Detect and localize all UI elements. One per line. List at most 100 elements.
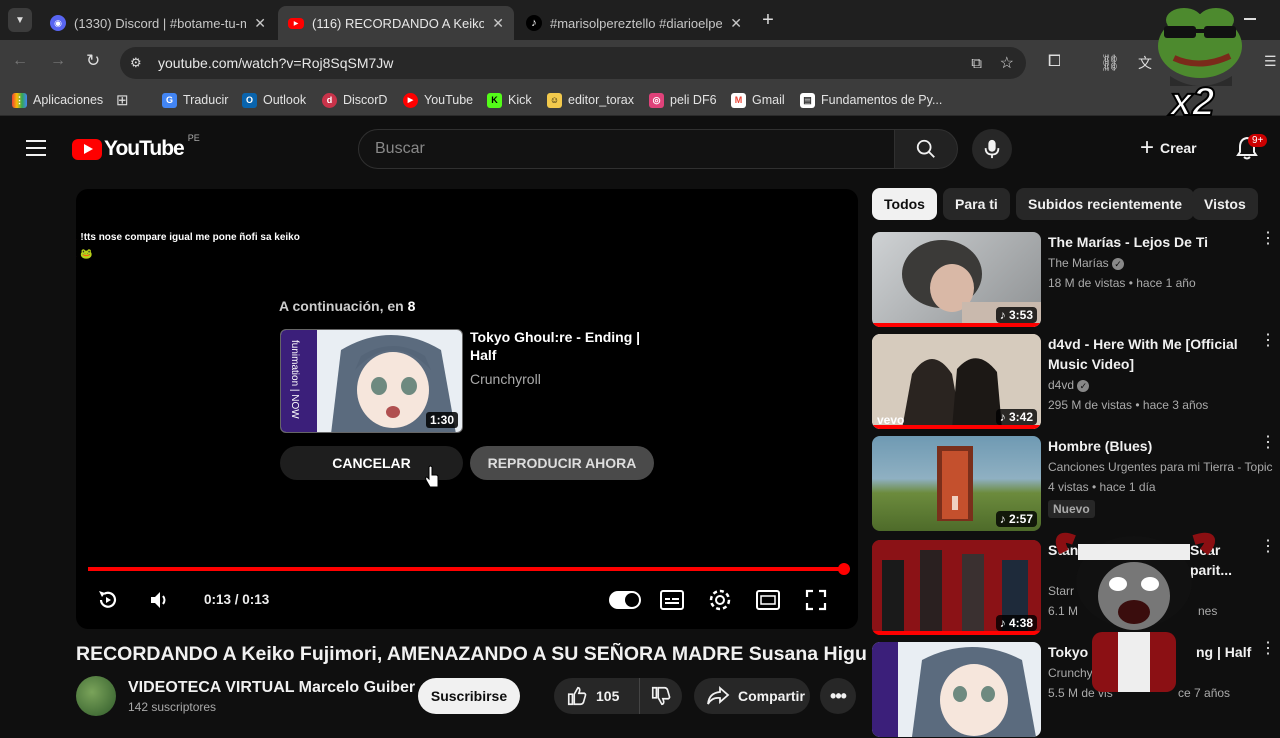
video-thumbnail[interactable] — [872, 642, 1041, 737]
more-vertical-icon[interactable]: ⋮ — [1260, 236, 1276, 242]
voice-search-button[interactable] — [972, 129, 1012, 169]
chat-message: lanNyxx🐸 — [76, 246, 300, 263]
channel-name: d4vd ✓ — [1048, 378, 1089, 392]
guide-menu-icon[interactable] — [26, 140, 46, 156]
hand-cursor-icon — [424, 465, 440, 489]
bookmark-gmail[interactable]: MGmail — [731, 92, 785, 108]
theater-mode-icon[interactable] — [756, 589, 780, 611]
more-vertical-icon[interactable]: ⋮ — [1260, 338, 1276, 344]
autoplay-toggle[interactable] — [609, 591, 641, 609]
chip-todos[interactable]: Todos — [872, 188, 937, 220]
youtube-icon: ▶ — [403, 93, 418, 108]
search-button[interactable] — [894, 129, 958, 169]
up-next-channel: Crunchyroll — [470, 371, 541, 387]
video-title[interactable]: Hombre (Blues) — [1048, 436, 1264, 456]
video-thumbnail[interactable]: vevo ♪ 3:42 — [872, 334, 1041, 429]
watched-progress — [872, 631, 1041, 635]
bookmark-editor-torax[interactable]: ☺editor_torax — [547, 92, 634, 108]
up-next-title[interactable]: Tokyo Ghoul:re - Ending | Half — [470, 328, 650, 364]
extensions-icon[interactable]: ⧠ — [1048, 53, 1061, 71]
anime-girl-thumbnail-icon — [902, 642, 1041, 737]
close-tab-icon[interactable]: ✕ — [254, 15, 266, 32]
bookmark-outlook[interactable]: OOutlook — [242, 92, 306, 108]
browser-tab[interactable]: ◉ (1330) Discord | #botame-tu-m ✕ — [40, 6, 276, 40]
watched-progress — [872, 425, 1041, 429]
bookmark-fundamentos[interactable]: ▤Fundamentos de Py... — [800, 92, 942, 108]
video-thumbnail[interactable]: ♪ 2:57 — [872, 436, 1041, 531]
bookmark-peli[interactable]: ◎peli DF6 — [649, 92, 717, 108]
browser-tab-active[interactable]: ▶ (116) RECORDANDO A Keiko Fu ✕ — [278, 6, 514, 40]
play-now-button[interactable]: REPRODUCIR AHORA — [470, 446, 654, 480]
up-next-thumbnail[interactable]: funimation | NOW 1:30 — [280, 329, 463, 433]
reload-icon[interactable]: ↻ — [86, 51, 100, 71]
more-vertical-icon[interactable]: ⋮ — [1260, 544, 1276, 550]
channel-name: The Marías ✓ — [1048, 256, 1124, 270]
bookmark-apps[interactable]: ⋮Aplicaciones — [12, 92, 103, 108]
up-next-label: A continuación, en — [279, 298, 404, 314]
bookmark-label: Kick — [508, 93, 532, 107]
notifications-button[interactable]: 9+ — [1236, 136, 1260, 162]
video-stats: 18 M de vistas • hace 1 año — [1048, 276, 1196, 290]
close-tab-icon[interactable]: ✕ — [492, 15, 504, 32]
bookmark-kick[interactable]: KKick — [487, 92, 532, 108]
fullscreen-icon[interactable] — [804, 588, 828, 612]
subtitles-icon[interactable] — [660, 589, 684, 611]
new-tab-button[interactable]: + — [758, 8, 778, 32]
channel-avatar[interactable] — [76, 676, 116, 716]
browser-menu-icon[interactable]: ☰ — [1264, 53, 1277, 70]
youtube-play-icon — [72, 139, 102, 160]
more-actions-button[interactable]: ••• — [820, 678, 856, 714]
bookmark-star-icon[interactable]: ☆ — [1000, 53, 1014, 73]
volume-icon[interactable] — [148, 588, 172, 612]
youtube-logo[interactable]: YouTube PE — [72, 137, 200, 161]
share-label: Compartir — [738, 688, 805, 704]
pepe-sticker-overlay: x2 — [1150, 6, 1250, 122]
chat-text: !tts nose compare igual me pone ñofi sa … — [80, 232, 300, 243]
recommendation-item[interactable]: vevo ♪ 3:42 d4vd - Here With Me [Officia… — [872, 334, 1280, 430]
site-settings-icon[interactable]: ⚙ — [130, 55, 148, 71]
video-thumbnail[interactable]: ♪ 3:53 — [872, 232, 1041, 327]
replay-icon[interactable] — [96, 588, 120, 612]
browser-tab[interactable]: ♪ #marisolpereztello #diarioelpe ✕ — [516, 6, 752, 40]
plus-icon: + — [1140, 136, 1154, 160]
bookmark-label: peli DF6 — [670, 93, 717, 107]
notification-badge: 9+ — [1248, 134, 1267, 147]
chip-subidos-recientemente[interactable]: Subidos recientemente — [1016, 188, 1194, 220]
dislike-button[interactable] — [640, 678, 682, 714]
chip-vistos[interactable]: Vistos — [1192, 188, 1258, 220]
tab-search-button[interactable]: ▼ — [8, 8, 32, 32]
tab-title: (116) RECORDANDO A Keiko Fu — [312, 16, 484, 31]
progress-bar[interactable] — [88, 567, 844, 571]
search-input[interactable]: Buscar — [358, 129, 896, 169]
tab-groups-icon[interactable]: ⊞ — [116, 91, 129, 109]
recommendation-item[interactable]: ♪ 2:57 Hombre (Blues) Canciones Urgentes… — [872, 436, 1280, 532]
install-app-icon[interactable]: ⧉ — [971, 55, 982, 72]
bookmark-translate[interactable]: GTraducir — [162, 92, 228, 108]
forward-arrow-icon[interactable]: → — [50, 52, 66, 70]
video-thumbnail[interactable]: ♪ 4:38 — [872, 540, 1041, 635]
address-bar[interactable]: ⚙ youtube.com/watch?v=Roj8SqSM7Jw ⧉ ☆ — [120, 47, 1026, 79]
channel-name[interactable]: VIDEOTECA VIRTUAL Marcelo Guiber — [128, 679, 415, 697]
link-icon[interactable]: ⛓ — [1100, 53, 1120, 73]
video-stats: 4 vistas • hace 1 día — [1048, 480, 1156, 494]
create-button[interactable]: + Crear — [1140, 136, 1197, 160]
like-button[interactable]: 105 — [554, 678, 640, 714]
chip-para-ti[interactable]: Para ti — [943, 188, 1010, 220]
recommendation-item[interactable]: ♪ 3:53 The Marías - Lejos De Ti The Marí… — [872, 232, 1280, 328]
video-title[interactable]: The Marías - Lejos De Ti — [1048, 232, 1264, 252]
bookmark-youtube[interactable]: ▶YouTube — [403, 92, 473, 108]
back-arrow-icon[interactable]: ← — [12, 52, 28, 70]
share-button[interactable]: Compartir — [694, 678, 810, 714]
video-title[interactable]: d4vd - Here With Me [Official Music Vide… — [1048, 334, 1264, 374]
chibi-character-sticker-icon — [1044, 522, 1226, 702]
more-vertical-icon[interactable]: ⋮ — [1260, 646, 1276, 652]
more-vertical-icon[interactable]: ⋮ — [1260, 440, 1276, 446]
progress-scrubber[interactable] — [838, 563, 850, 575]
subscribe-button[interactable]: Suscribirse — [418, 678, 520, 714]
bookmark-label: DiscorD — [343, 93, 387, 107]
close-tab-icon[interactable]: ✕ — [730, 15, 742, 32]
video-player[interactable]: lanNyxx!tts nose compare igual me pone ñ… — [76, 189, 858, 629]
bookmark-discord[interactable]: dDiscorD — [322, 92, 387, 108]
url-text[interactable]: youtube.com/watch?v=Roj8SqSM7Jw — [158, 55, 393, 71]
settings-gear-icon[interactable] — [708, 588, 732, 612]
